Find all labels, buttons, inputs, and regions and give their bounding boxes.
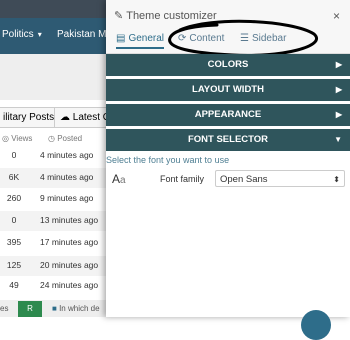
section-layout-width-label: LAYOUT WIDTH <box>192 84 264 95</box>
chevron-right-icon: ▶ <box>335 110 342 119</box>
chevron-right-icon: ▶ <box>335 85 342 94</box>
table-row[interactable]: 0 4 minutes ago <box>0 150 110 170</box>
row-time: 9 minutes ago <box>40 193 94 203</box>
section-layout-width[interactable]: LAYOUT WIDTH ▶ <box>106 79 350 101</box>
row-views: 260 <box>6 193 22 203</box>
views-label: Views <box>11 134 33 143</box>
nav-item-pakistan[interactable]: Pakistan Mil <box>57 29 111 40</box>
chevron-right-icon: ▶ <box>335 60 342 69</box>
row-time: 4 minutes ago <box>40 150 94 160</box>
tab-latest-label: Latest O <box>72 112 111 123</box>
table-row[interactable]: 125 20 minutes ago <box>0 256 110 276</box>
row-time: 24 minutes ago <box>40 280 99 290</box>
general-icon: ▤ <box>116 33 126 44</box>
theme-customizer-panel: ✎ Theme customizer × ▤ General ⟳ Content ☰ S… <box>106 0 350 340</box>
footer-left-text: es <box>0 304 9 313</box>
tab-general[interactable]: ▤ General <box>116 33 165 49</box>
row-views: 6K <box>8 172 20 182</box>
floating-action-button[interactable] <box>301 310 331 340</box>
font-icon-small: a <box>120 175 126 186</box>
posted-header: ◷ Posted <box>48 134 82 143</box>
row-views: 125 <box>6 260 22 270</box>
nav-item-label: Politics <box>2 29 34 40</box>
table-row[interactable]: 6K 4 minutes ago <box>0 168 110 188</box>
updown-icon: ⬍ <box>333 175 340 184</box>
table-row[interactable]: 49 24 minutes ago <box>0 280 110 300</box>
font-hint: Select the font you want to use <box>106 155 230 165</box>
section-colors[interactable]: COLORS ▶ <box>106 54 350 76</box>
tab-general-label: General <box>128 33 165 44</box>
section-appearance[interactable]: APPEARANCE ▶ <box>106 104 350 126</box>
table-row[interactable]: 260 9 minutes ago <box>0 193 110 213</box>
row-time: 20 minutes ago <box>40 260 99 270</box>
close-button[interactable]: × <box>333 9 340 23</box>
footer-topic[interactable]: ■ In which de <box>52 304 100 313</box>
clock-icon: ◷ <box>48 134 55 143</box>
chevron-down-icon: ▼ <box>334 135 342 144</box>
tab-military-posts[interactable]: ilitary Posts <box>0 107 59 128</box>
row-time: 13 minutes ago <box>40 215 99 225</box>
row-views: 0 <box>11 215 17 225</box>
avatar: R <box>18 301 42 317</box>
table-row[interactable]: 0 13 minutes ago <box>0 211 110 231</box>
section-font-selector[interactable]: FONT SELECTOR ▼ <box>106 129 350 151</box>
panel-header: ✎ Theme customizer × ▤ General ⟳ Content ☰ S… <box>106 0 350 57</box>
eye-icon: ◎ <box>2 134 9 143</box>
row-views: 395 <box>6 237 22 247</box>
chevron-down-icon: ▾ <box>37 30 42 39</box>
row-views: 49 <box>9 280 19 290</box>
footer-row: es R ■ In which de <box>0 300 110 317</box>
section-font-selector-label: FONT SELECTOR <box>187 134 269 145</box>
row-time: 17 minutes ago <box>40 237 99 247</box>
square-icon: ■ <box>52 304 57 313</box>
font-family-label: Font family <box>160 174 205 184</box>
posted-label: Posted <box>57 134 83 143</box>
font-family-select[interactable]: Open Sans ⬍ <box>215 170 345 187</box>
section-colors-label: COLORS <box>207 59 249 70</box>
font-family-value: Open Sans <box>220 174 268 185</box>
tab-latest[interactable]: ☁ Latest O <box>54 107 114 128</box>
wrench-icon: ✎ <box>114 10 124 22</box>
font-icon-big: A <box>112 172 121 186</box>
table-row[interactable]: 395 17 minutes ago <box>0 237 110 257</box>
views-header: ◎ Views <box>2 134 32 143</box>
cloud-icon: ☁ <box>60 112 70 123</box>
row-views: 0 <box>11 150 17 160</box>
footer-topic-label: In which de <box>59 304 100 313</box>
font-family-row: Aa Font family Open Sans ⬍ <box>106 168 350 190</box>
section-appearance-label: APPEARANCE <box>194 109 262 120</box>
row-time: 4 minutes ago <box>40 172 94 182</box>
nav-item-politics[interactable]: Politics ▾ <box>2 29 42 40</box>
font-icon: Aa <box>112 172 126 186</box>
